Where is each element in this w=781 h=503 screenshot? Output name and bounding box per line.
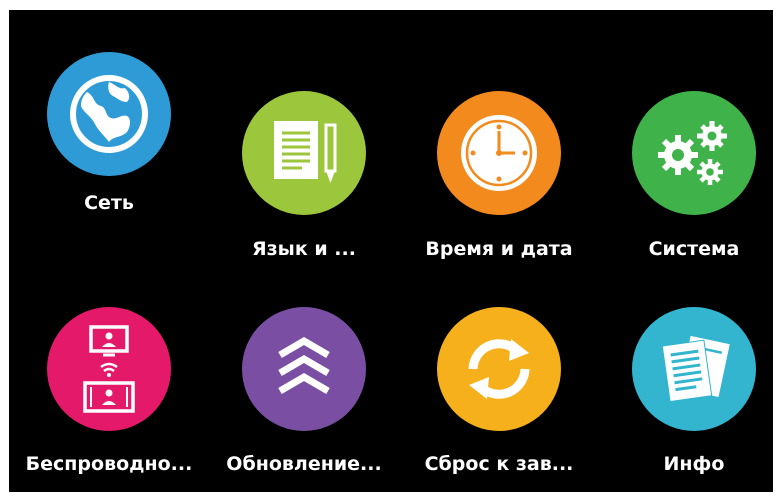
- menu-item-network[interactable]: Сеть: [47, 52, 171, 222]
- menu-item-time-date[interactable]: Время и дата: [425, 91, 573, 261]
- menu-item-factory-reset-label: Сброс к зав...: [424, 453, 574, 475]
- globe-icon: [47, 52, 171, 176]
- gears-icon: [632, 91, 756, 215]
- menu-item-wireless[interactable]: Беспроводно...: [26, 307, 192, 477]
- menu-item-system-label: Система: [648, 238, 740, 260]
- menu-item-info-label: Инфо: [663, 453, 725, 475]
- menu-item-time-date-label: Время и дата: [425, 238, 573, 260]
- wireless-display-icon: [47, 307, 171, 431]
- menu-item-language-label: Язык и ...: [252, 238, 356, 260]
- settings-menu-screen: Сеть Язык и ... Время и дата Система Бес…: [9, 10, 773, 492]
- clock-icon: [437, 91, 561, 215]
- menu-item-wireless-label: Беспроводно...: [25, 453, 193, 475]
- menu-item-factory-reset[interactable]: Сброс к зав...: [425, 307, 573, 477]
- menu-item-language[interactable]: Язык и ...: [242, 91, 366, 261]
- menu-item-update[interactable]: Обновление...: [226, 307, 382, 477]
- menu-item-info[interactable]: Инфо: [632, 307, 756, 477]
- reset-arrows-icon: [437, 307, 561, 431]
- documents-icon: [632, 307, 756, 431]
- menu-item-system[interactable]: Система: [632, 91, 756, 261]
- notepad-icon: [242, 91, 366, 215]
- menu-item-network-label: Сеть: [84, 192, 134, 214]
- update-chevrons-icon: [242, 307, 366, 431]
- menu-item-update-label: Обновление...: [226, 453, 382, 475]
